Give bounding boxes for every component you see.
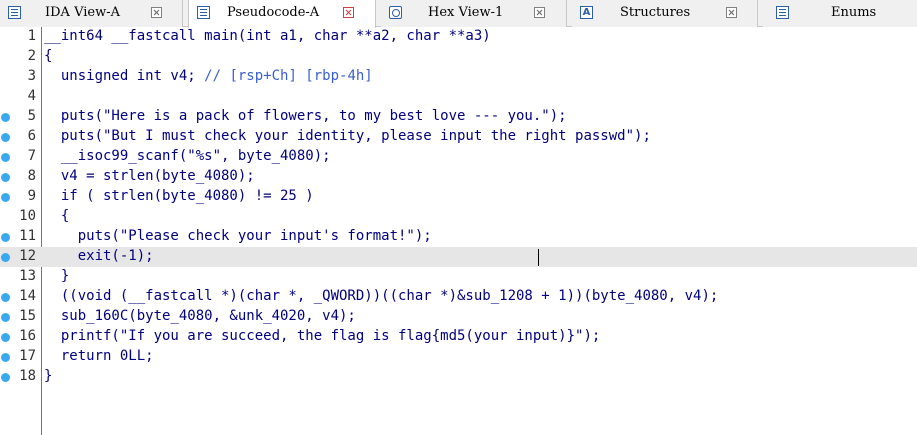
tab-pseudocode-a[interactable]: Pseudocode-A (188, 0, 376, 28)
code-line[interactable]: 10 { (0, 207, 917, 227)
code-line[interactable]: 13 } (0, 267, 917, 287)
code-text: puts("But I must check your identity, pl… (44, 128, 651, 144)
tab-label: Pseudocode-A (227, 5, 320, 20)
tab-label: Hex View-1 (428, 5, 504, 20)
code-line[interactable]: 17 return 0LL; (0, 347, 917, 367)
breakpoint-marker-icon[interactable] (1, 373, 10, 382)
line-number: 16 (19, 328, 36, 344)
code-text: { (44, 48, 53, 64)
close-icon[interactable] (726, 7, 737, 18)
tab-label: Enums (831, 5, 877, 20)
line-number: 4 (27, 88, 36, 104)
code-text: if ( strlen(byte_4080) != 25 ) (44, 188, 314, 204)
code-text: exit(-1); (44, 248, 154, 264)
tab-hex-view-1[interactable]: Hex View-1 (381, 0, 567, 27)
line-number: 14 (19, 288, 36, 304)
code-text: { (44, 208, 70, 224)
code-line[interactable]: 4 (0, 87, 917, 107)
line-number: 15 (19, 308, 36, 324)
breakpoint-marker-icon[interactable] (1, 313, 10, 322)
code-text: } (44, 268, 70, 284)
code-text: ((void (__fastcall *)(char *, _QWORD))((… (44, 288, 719, 304)
line-number: 9 (27, 188, 36, 204)
line-number: 8 (27, 168, 36, 184)
ida-view-icon (8, 6, 21, 19)
tab-ida-view-a[interactable]: IDA View-A (0, 0, 183, 27)
breakpoint-marker-icon[interactable] (1, 233, 10, 242)
enums-icon (776, 6, 789, 19)
code-line[interactable]: 16 printf("If you are succeed, the flag … (0, 327, 917, 347)
line-number: 11 (19, 228, 36, 244)
code-text: puts("Here is a pack of flowers, to my b… (44, 108, 567, 124)
code-text: v4 = strlen(byte_4080); (44, 168, 255, 184)
code-line[interactable]: 7 __isoc99_scanf("%s", byte_4080); (0, 147, 917, 167)
code-text: puts("Please check your input's format!"… (44, 228, 432, 244)
breakpoint-marker-icon[interactable] (1, 293, 10, 302)
code-line[interactable]: 8 v4 = strlen(byte_4080); (0, 167, 917, 187)
breakpoint-marker-icon[interactable] (1, 193, 10, 202)
line-number: 6 (27, 128, 36, 144)
tab-enums[interactable]: Enums (763, 0, 917, 27)
code-text: sub_160C(byte_4080, &unk_4020, v4); (44, 308, 356, 324)
line-number: 2 (27, 48, 36, 64)
code-text: return 0LL; (44, 348, 154, 364)
line-number: 7 (27, 148, 36, 164)
code-line[interactable]: 6 puts("But I must check your identity, … (0, 127, 917, 147)
code-line[interactable]: 3 unsigned int v4; // [rsp+Ch] [rbp-4h] (0, 67, 917, 87)
tab-bar: IDA View-A Pseudocode-A Hex View-1 A Str… (0, 0, 917, 28)
code-line[interactable]: 2{ (0, 47, 917, 67)
close-icon[interactable] (534, 7, 545, 18)
code-text: } (44, 368, 53, 384)
line-number: 3 (27, 68, 36, 84)
code-line[interactable]: 11 puts("Please check your input's forma… (0, 227, 917, 247)
tab-label: Structures (620, 5, 691, 20)
tab-structures[interactable]: A Structures (572, 0, 758, 27)
breakpoint-marker-icon[interactable] (1, 133, 10, 142)
hex-view-icon (389, 6, 402, 19)
breakpoint-marker-icon[interactable] (1, 113, 10, 122)
code-line[interactable]: 14 ((void (__fastcall *)(char *, _QWORD)… (0, 287, 917, 307)
code-text: __isoc99_scanf("%s", byte_4080); (44, 148, 331, 164)
code-line[interactable]: 18} (0, 367, 917, 387)
line-number: 5 (27, 108, 36, 124)
line-number: 10 (19, 208, 36, 224)
pseudocode-editor[interactable]: 1 __int64 __fastcall main(int a1, char **… (0, 27, 917, 435)
breakpoint-marker-icon[interactable] (1, 173, 10, 182)
tab-label: IDA View-A (45, 5, 120, 20)
code-text: unsigned int v4; // [rsp+Ch] [rbp-4h] (44, 68, 373, 84)
close-icon[interactable] (151, 7, 162, 18)
breakpoint-marker-icon[interactable] (1, 353, 10, 362)
code-text: printf("If you are succeed, the flag is … (44, 328, 601, 344)
pseudocode-icon (197, 6, 210, 19)
breakpoint-marker-icon[interactable] (1, 153, 10, 162)
code-line[interactable]: 1 __int64 __fastcall main(int a1, char **… (0, 27, 917, 47)
line-number: 13 (19, 268, 36, 284)
line-number: 12 (19, 248, 36, 264)
text-caret (538, 249, 539, 266)
breakpoint-marker-icon[interactable] (1, 253, 10, 262)
code-line[interactable]: 9 if ( strlen(byte_4080) != 25 ) (0, 187, 917, 207)
structures-icon: A (580, 6, 593, 19)
code-text: __int64 __fastcall main(int a1, char **a… (44, 28, 491, 44)
breakpoint-marker-icon[interactable] (1, 333, 10, 342)
line-number: 17 (19, 348, 36, 364)
close-icon[interactable] (343, 7, 354, 18)
code-line[interactable]: 5 puts("Here is a pack of flowers, to my… (0, 107, 917, 127)
line-number: 1 (27, 28, 36, 44)
code-line[interactable]: 12 exit(-1); (0, 247, 917, 267)
code-line[interactable]: 15 sub_160C(byte_4080, &unk_4020, v4); (0, 307, 917, 327)
line-number: 18 (19, 368, 36, 384)
